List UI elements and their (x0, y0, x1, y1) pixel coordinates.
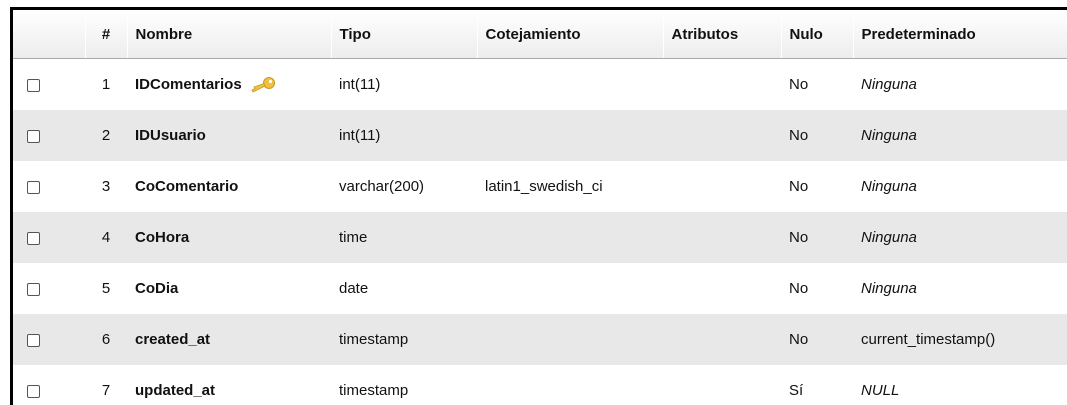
row-null: No (781, 110, 853, 161)
header-type[interactable]: Tipo (331, 10, 478, 59)
row-index: 3 (85, 161, 127, 212)
column-name[interactable]: CoHora (135, 229, 189, 246)
column-name[interactable]: CoDia (135, 280, 178, 297)
structure-panel: # Nombre Tipo Cotejamiento Atributos Nul… (10, 7, 1067, 405)
header-collation[interactable]: Cotejamiento (477, 10, 664, 59)
row-checkbox[interactable] (27, 180, 40, 194)
table-row[interactable]: 6 created_at timestamp No current_timest… (13, 314, 1067, 365)
row-name-cell: CoHora (127, 212, 331, 263)
row-null: No (781, 263, 853, 314)
key-icon (251, 77, 275, 93)
row-select-cell (13, 110, 85, 161)
row-index: 1 (85, 58, 127, 110)
header-null[interactable]: Nulo (781, 10, 854, 59)
row-attributes (663, 263, 781, 314)
row-select-cell (13, 314, 85, 365)
row-checkbox[interactable] (27, 78, 40, 92)
row-collation (477, 365, 663, 405)
row-type: timestamp (331, 365, 477, 405)
row-name-cell: CoComentario (127, 161, 331, 212)
row-null: No (781, 161, 853, 212)
row-type: int(11) (331, 58, 477, 110)
row-collation (477, 212, 663, 263)
table-row[interactable]: 4 CoHora time No Ninguna (13, 212, 1067, 263)
row-null: No (781, 314, 853, 365)
header-attributes[interactable]: Atributos (663, 10, 782, 59)
row-collation (477, 314, 663, 365)
table-row[interactable]: 5 CoDia date No Ninguna (13, 263, 1067, 314)
table-row[interactable]: 1 IDComentarios int(11) No Ninguna (13, 58, 1067, 110)
row-collation (477, 58, 663, 110)
row-type: date (331, 263, 477, 314)
row-select-cell (13, 263, 85, 314)
row-type: timestamp (331, 314, 477, 365)
row-default: current_timestamp() (853, 314, 1067, 365)
header-default[interactable]: Predeterminado (853, 10, 1067, 59)
row-default: NULL (853, 365, 1067, 405)
row-index: 7 (85, 365, 127, 405)
row-name-cell: CoDia (127, 263, 331, 314)
row-index: 4 (85, 212, 127, 263)
row-checkbox[interactable] (27, 231, 40, 245)
row-name-cell: IDComentarios (127, 58, 331, 110)
row-name-cell: IDUsuario (127, 110, 331, 161)
column-name[interactable]: IDComentarios (135, 76, 242, 93)
row-null: Sí (781, 365, 853, 405)
row-default: Ninguna (853, 212, 1067, 263)
row-default: Ninguna (853, 263, 1067, 314)
row-collation (477, 110, 663, 161)
row-type: int(11) (331, 110, 477, 161)
row-attributes (663, 212, 781, 263)
table-row[interactable]: 3 CoComentario varchar(200) latin1_swedi… (13, 161, 1067, 212)
row-name-cell: created_at (127, 314, 331, 365)
row-default: Ninguna (853, 58, 1067, 110)
header-select (13, 10, 86, 59)
row-index: 2 (85, 110, 127, 161)
row-null: No (781, 58, 853, 110)
row-index: 6 (85, 314, 127, 365)
row-checkbox[interactable] (27, 282, 40, 296)
row-select-cell (13, 365, 85, 405)
row-index: 5 (85, 263, 127, 314)
row-select-cell (13, 212, 85, 263)
row-select-cell (13, 58, 85, 110)
table-row[interactable]: 2 IDUsuario int(11) No Ninguna (13, 110, 1067, 161)
column-name[interactable]: created_at (135, 331, 210, 348)
column-name[interactable]: CoComentario (135, 178, 238, 195)
row-collation: latin1_swedish_ci (477, 161, 663, 212)
row-select-cell (13, 161, 85, 212)
row-default: Ninguna (853, 110, 1067, 161)
row-attributes (663, 110, 781, 161)
header-index: # (85, 10, 128, 59)
row-attributes (663, 314, 781, 365)
table-row[interactable]: 7 updated_at timestamp Sí NULL (13, 365, 1067, 405)
row-checkbox[interactable] (27, 384, 40, 398)
row-type: varchar(200) (331, 161, 477, 212)
row-default: Ninguna (853, 161, 1067, 212)
row-collation (477, 263, 663, 314)
row-attributes (663, 365, 781, 405)
column-name[interactable]: updated_at (135, 382, 215, 399)
header-row: # Nombre Tipo Cotejamiento Atributos Nul… (13, 10, 1067, 59)
row-checkbox[interactable] (27, 333, 40, 347)
header-name[interactable]: Nombre (127, 10, 332, 59)
row-type: time (331, 212, 477, 263)
table-structure: # Nombre Tipo Cotejamiento Atributos Nul… (13, 10, 1067, 405)
row-checkbox[interactable] (27, 129, 40, 143)
column-name[interactable]: IDUsuario (135, 127, 206, 144)
row-null: No (781, 212, 853, 263)
row-attributes (663, 58, 781, 110)
row-name-cell: updated_at (127, 365, 331, 405)
row-attributes (663, 161, 781, 212)
